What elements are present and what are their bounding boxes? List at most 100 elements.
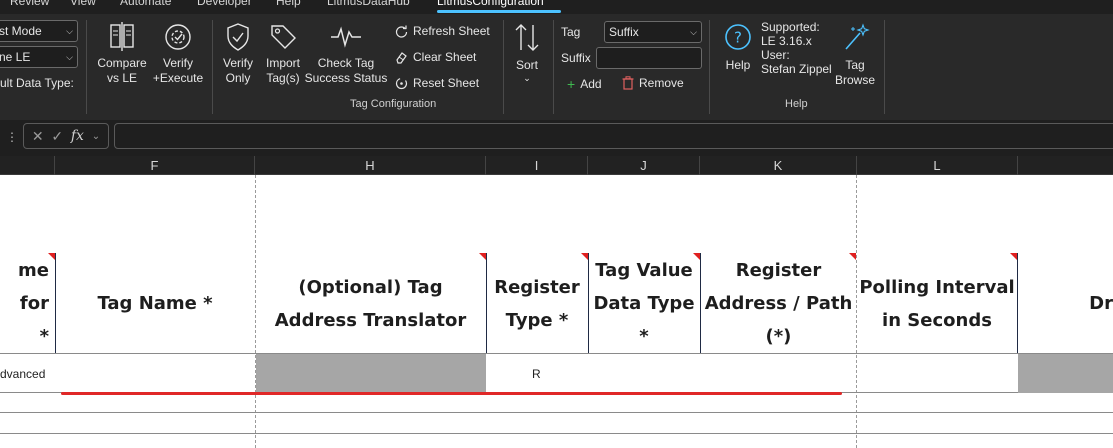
tag-type-dropdown-value: Suffix bbox=[609, 25, 639, 39]
clear-sheet-label: Clear Sheet bbox=[413, 50, 477, 64]
column-header-l[interactable]: L bbox=[857, 156, 1018, 175]
formula-controls: ✕ ✓ fx ⌄ bbox=[23, 123, 109, 149]
tab-litmusdatahub[interactable]: LitmusDataHub bbox=[327, 0, 410, 8]
le-dropdown-value: ne LE bbox=[0, 50, 31, 64]
formula-bar: ⋮ ✕ ✓ fx ⌄ bbox=[0, 120, 1113, 156]
shield-check-icon bbox=[227, 23, 249, 51]
remove-button[interactable]: Remove bbox=[622, 76, 684, 90]
header-cell-cut-right[interactable]: Dr bbox=[1018, 253, 1113, 354]
column-header-k[interactable]: K bbox=[700, 156, 857, 175]
compare-icon bbox=[110, 22, 134, 51]
tab-automate[interactable]: Automate bbox=[120, 0, 171, 8]
le-dropdown[interactable]: ne LE ⌵ bbox=[0, 46, 78, 68]
group-separator bbox=[503, 20, 504, 114]
cancel-icon[interactable]: ✕ bbox=[32, 128, 44, 145]
row-border bbox=[0, 433, 1113, 434]
eraser-icon bbox=[396, 51, 407, 64]
column-header-e[interactable] bbox=[0, 156, 55, 175]
column-header-j[interactable]: J bbox=[588, 156, 700, 175]
insert-function-icon[interactable]: fx bbox=[71, 128, 84, 144]
header-cell-value-data-type[interactable]: Tag Value Data Type * bbox=[588, 253, 700, 354]
column-header-i[interactable]: I bbox=[486, 156, 588, 175]
user-value: Stefan Zippel bbox=[761, 62, 832, 76]
ribbon: st Mode ⌵ ne LE ⌵ ult Data Type: Compare… bbox=[0, 14, 1113, 120]
import-tags-label: Import Tag(s) bbox=[265, 56, 300, 85]
sheet-grid: me for * Tag Name * (Optional) Tag Addre… bbox=[0, 175, 1113, 448]
disabled-cell-right[interactable] bbox=[1018, 354, 1113, 393]
check-tag-status-button[interactable]: Check Tag Success Status bbox=[304, 22, 388, 86]
column-header-h[interactable]: H bbox=[255, 156, 486, 175]
remove-label: Remove bbox=[639, 76, 684, 90]
tab-review[interactable]: Review bbox=[10, 0, 49, 8]
confirm-icon[interactable]: ✓ bbox=[51, 128, 63, 145]
tag-type-dropdown[interactable]: Suffix ⌵ bbox=[604, 21, 702, 43]
mode-dropdown[interactable]: st Mode ⌵ bbox=[0, 20, 78, 42]
chevron-down-icon: ⌵ bbox=[690, 27, 697, 37]
cell-note-indicator[interactable] bbox=[48, 253, 55, 260]
sort-label: Sort bbox=[515, 58, 538, 72]
add-label: Add bbox=[580, 77, 602, 91]
formula-input[interactable] bbox=[114, 123, 1113, 149]
refresh-sheet-button[interactable]: Refresh Sheet bbox=[395, 24, 490, 38]
sort-button[interactable]: Sort ⌄ bbox=[509, 22, 545, 83]
tab-developer[interactable]: Developer bbox=[197, 0, 252, 8]
group-separator bbox=[709, 20, 710, 114]
chevron-down-icon[interactable]: ⌄ bbox=[92, 131, 100, 142]
column-header-f[interactable]: F bbox=[55, 156, 255, 175]
tag-icon bbox=[271, 25, 296, 49]
cell-note-indicator[interactable] bbox=[849, 253, 856, 260]
active-tab-indicator bbox=[437, 10, 561, 13]
ribbon-tab-strip: Review View Automate Developer Help Litm… bbox=[0, 0, 1113, 14]
add-button[interactable]: + Add bbox=[567, 77, 602, 91]
tag-browse-button[interactable]: Tag Browse bbox=[832, 22, 878, 88]
supported-label: Supported: bbox=[761, 20, 820, 34]
verify-only-button[interactable]: Verify Only bbox=[216, 22, 260, 86]
pulse-check-icon bbox=[331, 26, 361, 48]
row-border bbox=[0, 412, 1113, 413]
header-cell-polling-interval[interactable]: Polling Interval in Seconds bbox=[857, 253, 1017, 354]
compare-label: Compare vs LE bbox=[97, 56, 147, 85]
import-tags-button[interactable]: Import Tag(s) bbox=[261, 22, 305, 86]
cell-note-indicator[interactable] bbox=[479, 253, 486, 260]
tab-view[interactable]: View bbox=[70, 0, 96, 8]
column-header-m[interactable] bbox=[1018, 156, 1113, 175]
cell-note-indicator[interactable] bbox=[693, 253, 700, 260]
more-options-icon[interactable]: ⋮ bbox=[6, 130, 18, 144]
default-data-type-label: ult Data Type: bbox=[0, 76, 74, 90]
help-button[interactable]: ? Help bbox=[720, 22, 756, 73]
cell-note-indicator[interactable] bbox=[1010, 253, 1017, 260]
tab-help[interactable]: Help bbox=[276, 0, 301, 8]
reset-icon bbox=[395, 77, 408, 89]
help-info: Supported: LE 3.16.x User: Stefan Zippel bbox=[761, 20, 832, 76]
suffix-input[interactable] bbox=[596, 47, 702, 69]
header-cell-register-type[interactable]: Register Type * bbox=[486, 253, 588, 354]
cell-cut-left[interactable]: dvanced bbox=[0, 367, 45, 381]
user-label: User: bbox=[761, 48, 790, 62]
group-separator bbox=[553, 20, 554, 114]
tag-configuration-group-label: Tag Configuration bbox=[350, 98, 437, 110]
tag-browse-label: Tag Browse bbox=[834, 58, 875, 87]
cell-register-type[interactable]: R bbox=[532, 367, 541, 381]
help-group-label: Help bbox=[785, 98, 808, 110]
reset-sheet-label: Reset Sheet bbox=[413, 76, 480, 90]
plus-icon: + bbox=[567, 76, 576, 92]
reset-sheet-button[interactable]: Reset Sheet bbox=[395, 76, 479, 90]
gear-check-icon bbox=[165, 24, 191, 50]
help-question-icon: ? bbox=[725, 24, 751, 50]
cell-note-indicator[interactable] bbox=[581, 253, 588, 260]
header-cell-tag-name[interactable]: Tag Name * bbox=[55, 253, 255, 354]
trash-icon bbox=[622, 76, 634, 90]
refresh-icon bbox=[395, 25, 408, 38]
verify-execute-button[interactable]: Verify +Execute bbox=[150, 22, 206, 86]
header-cell-address-translator[interactable]: (Optional) Tag Address Translator bbox=[255, 253, 486, 354]
clear-sheet-button[interactable]: Clear Sheet bbox=[395, 50, 476, 64]
group-separator bbox=[86, 20, 87, 114]
header-cell-cut-left[interactable]: me for * bbox=[0, 253, 55, 354]
tab-litmusconfiguration[interactable]: LitmusConfiguration bbox=[437, 0, 544, 8]
compare-vs-le-button[interactable]: Compare vs LE bbox=[94, 22, 150, 86]
magic-wand-icon bbox=[845, 23, 870, 50]
header-cell-register-address[interactable]: Register Address / Path (*) bbox=[700, 253, 857, 354]
chevron-down-icon: ⌵ bbox=[66, 26, 73, 36]
disabled-cell-translator[interactable] bbox=[256, 354, 486, 393]
verify-only-label: Verify Only bbox=[222, 56, 253, 85]
